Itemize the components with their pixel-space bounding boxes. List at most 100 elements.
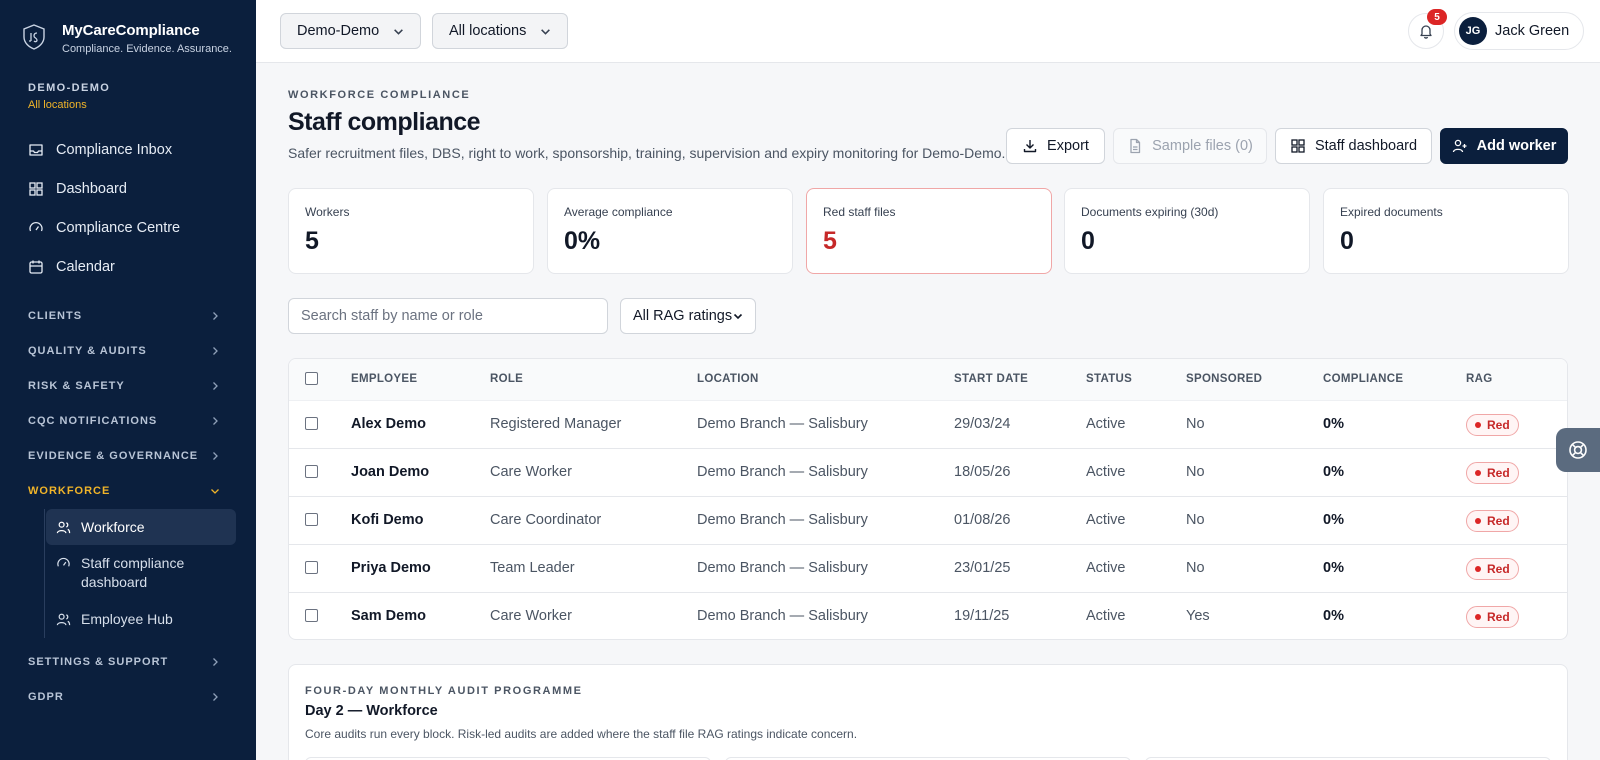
nav-item-calendar[interactable]: Calendar	[16, 247, 240, 286]
audit-subtitle: Core audits run every block. Risk-led au…	[305, 727, 858, 741]
stat-card-documents-expiring: Documents expiring (30d) 0	[1064, 188, 1310, 274]
section-label: CQC NOTIFICATIONS	[28, 414, 158, 427]
add-worker-button[interactable]: Add worker	[1440, 128, 1568, 164]
employee-name[interactable]: Priya Demo	[351, 560, 431, 576]
employee-role: Care Coordinator	[490, 512, 602, 528]
compliance-value: 0%	[1323, 464, 1344, 480]
table-row[interactable]: Alex Demo Registered Manager Demo Branch…	[289, 401, 1567, 449]
subnav-item-employee-hub[interactable]: Employee Hub	[46, 601, 236, 638]
employee-name[interactable]: Joan Demo	[351, 464, 429, 480]
compliance-value: 0%	[1323, 608, 1344, 624]
table-header: EMPLOYEE ROLE LOCATION START DATE STATUS…	[289, 359, 1567, 401]
stat-label: Documents expiring (30d)	[1081, 205, 1219, 219]
stat-card-red-staff-files: Red staff files 5	[806, 188, 1052, 274]
subnav-item-workforce[interactable]: Workforce	[46, 509, 236, 545]
stat-value: 0	[1081, 227, 1095, 255]
nav-section-risk-safety[interactable]: RISK & SAFETY	[0, 368, 256, 403]
compliance-value: 0%	[1323, 512, 1344, 528]
sidebar: MyCareCompliance Compliance. Evidence. A…	[0, 0, 256, 760]
start-date: 19/11/25	[954, 608, 1010, 624]
audit-programme-card: FOUR-DAY MONTHLY AUDIT PROGRAMME Day 2 —…	[288, 664, 1568, 760]
subnav-label: Workforce	[81, 518, 145, 535]
chevron-right-icon	[213, 416, 218, 425]
rag-label: Red	[1487, 418, 1510, 432]
rag-badge: Red	[1466, 462, 1519, 484]
page-title: Staff compliance	[288, 108, 481, 136]
employee-name[interactable]: Alex Demo	[351, 416, 426, 432]
column-header-location[interactable]: LOCATION	[697, 373, 759, 385]
select-all-checkbox[interactable]	[305, 372, 318, 385]
nav-section-evidence-governance[interactable]: EVIDENCE & GOVERNANCE	[0, 438, 256, 473]
chevron-down-icon	[541, 28, 551, 35]
employee-name[interactable]: Sam Demo	[351, 608, 426, 624]
rag-badge: Red	[1466, 558, 1519, 580]
column-header-status[interactable]: STATUS	[1086, 373, 1132, 385]
nav-sections: CLIENTS QUALITY & AUDITS RISK & SAFETY C…	[0, 298, 256, 508]
nav-section-settings-support[interactable]: SETTINGS & SUPPORT	[0, 644, 256, 679]
location-select[interactable]: All locations	[432, 13, 569, 49]
chevron-right-icon	[213, 311, 218, 320]
column-header-role[interactable]: ROLE	[490, 373, 523, 385]
status-dot	[1475, 470, 1481, 476]
nav-item-compliance-inbox[interactable]: Compliance Inbox	[16, 130, 240, 169]
employee-location: Demo Branch — Salisbury	[697, 464, 868, 480]
row-checkbox[interactable]	[305, 513, 318, 526]
chevron-right-icon	[213, 657, 218, 666]
nav-section-clients[interactable]: CLIENTS	[0, 298, 256, 333]
staff-table: EMPLOYEE ROLE LOCATION START DATE STATUS…	[288, 358, 1568, 640]
column-header-rag[interactable]: RAG	[1466, 373, 1492, 385]
sample-files-button[interactable]: Sample files (0)	[1113, 128, 1267, 164]
nav-item-dashboard[interactable]: Dashboard	[16, 169, 240, 208]
row-checkbox[interactable]	[305, 465, 318, 478]
row-checkbox[interactable]	[305, 417, 318, 430]
employee-name[interactable]: Kofi Demo	[351, 512, 424, 528]
nav-section-quality-audits[interactable]: QUALITY & AUDITS	[0, 333, 256, 368]
employee-role: Care Worker	[490, 608, 572, 624]
nav-section-workforce[interactable]: WORKFORCE	[0, 473, 256, 508]
table-row[interactable]: Sam Demo Care Worker Demo Branch — Salis…	[289, 593, 1567, 639]
staff-search-input[interactable]	[288, 298, 608, 334]
rag-label: Red	[1487, 562, 1510, 576]
chevron-right-icon	[213, 381, 218, 390]
page-subtitle: Safer recruitment files, DBS, right to w…	[288, 145, 1006, 161]
rag-label: Red	[1487, 514, 1510, 528]
user-plus-icon	[1452, 139, 1467, 153]
row-checkbox[interactable]	[305, 609, 318, 622]
table-row[interactable]: Priya Demo Team Leader Demo Branch — Sal…	[289, 545, 1567, 593]
rag-badge: Red	[1466, 606, 1519, 628]
section-label: WORKFORCE	[28, 484, 111, 497]
stat-value: 0	[1340, 227, 1354, 255]
audit-eyebrow: FOUR-DAY MONTHLY AUDIT PROGRAMME	[305, 685, 583, 697]
export-label: Export	[1047, 138, 1089, 154]
table-row[interactable]: Joan Demo Care Worker Demo Branch — Sali…	[289, 449, 1567, 497]
column-header-compliance[interactable]: COMPLIANCE	[1323, 373, 1403, 385]
section-label: SETTINGS & SUPPORT	[28, 655, 169, 668]
column-header-sponsored[interactable]: SPONSORED	[1186, 373, 1262, 385]
staff-dashboard-button[interactable]: Staff dashboard	[1275, 128, 1432, 164]
nav-section-cqc-notifications[interactable]: CQC NOTIFICATIONS	[0, 403, 256, 438]
rag-rating-select[interactable]: All RAG ratings	[620, 298, 756, 334]
column-header-employee[interactable]: EMPLOYEE	[351, 373, 417, 385]
stat-value: 0%	[564, 227, 601, 255]
export-button[interactable]: Export	[1006, 128, 1105, 164]
sponsored-value: No	[1186, 416, 1205, 432]
row-checkbox[interactable]	[305, 561, 318, 574]
column-header-start-date[interactable]: START DATE	[954, 373, 1028, 385]
table-row[interactable]: Kofi Demo Care Coordinator Demo Branch —…	[289, 497, 1567, 545]
subnav-item-staff-compliance-dashboard[interactable]: Staff compliance dashboard	[46, 545, 236, 601]
lifebuoy-icon	[1569, 441, 1587, 459]
nav-section-gdpr[interactable]: GDPR	[0, 679, 256, 714]
section-label: CLIENTS	[28, 309, 83, 322]
help-widget-button[interactable]	[1556, 428, 1600, 472]
rag-badge: Red	[1466, 510, 1519, 532]
stat-value: 5	[305, 227, 319, 255]
user-menu[interactable]: JG Jack Green	[1454, 12, 1585, 50]
rag-label: Red	[1487, 466, 1510, 480]
start-date: 29/03/24	[954, 416, 1011, 432]
org-select[interactable]: Demo-Demo	[280, 13, 422, 49]
brand[interactable]: MyCareCompliance Compliance. Evidence. A…	[22, 22, 232, 55]
chevron-down-icon	[394, 28, 404, 35]
employee-status: Active	[1086, 560, 1126, 576]
employee-status: Active	[1086, 512, 1126, 528]
nav-item-compliance-centre[interactable]: Compliance Centre	[16, 208, 240, 247]
